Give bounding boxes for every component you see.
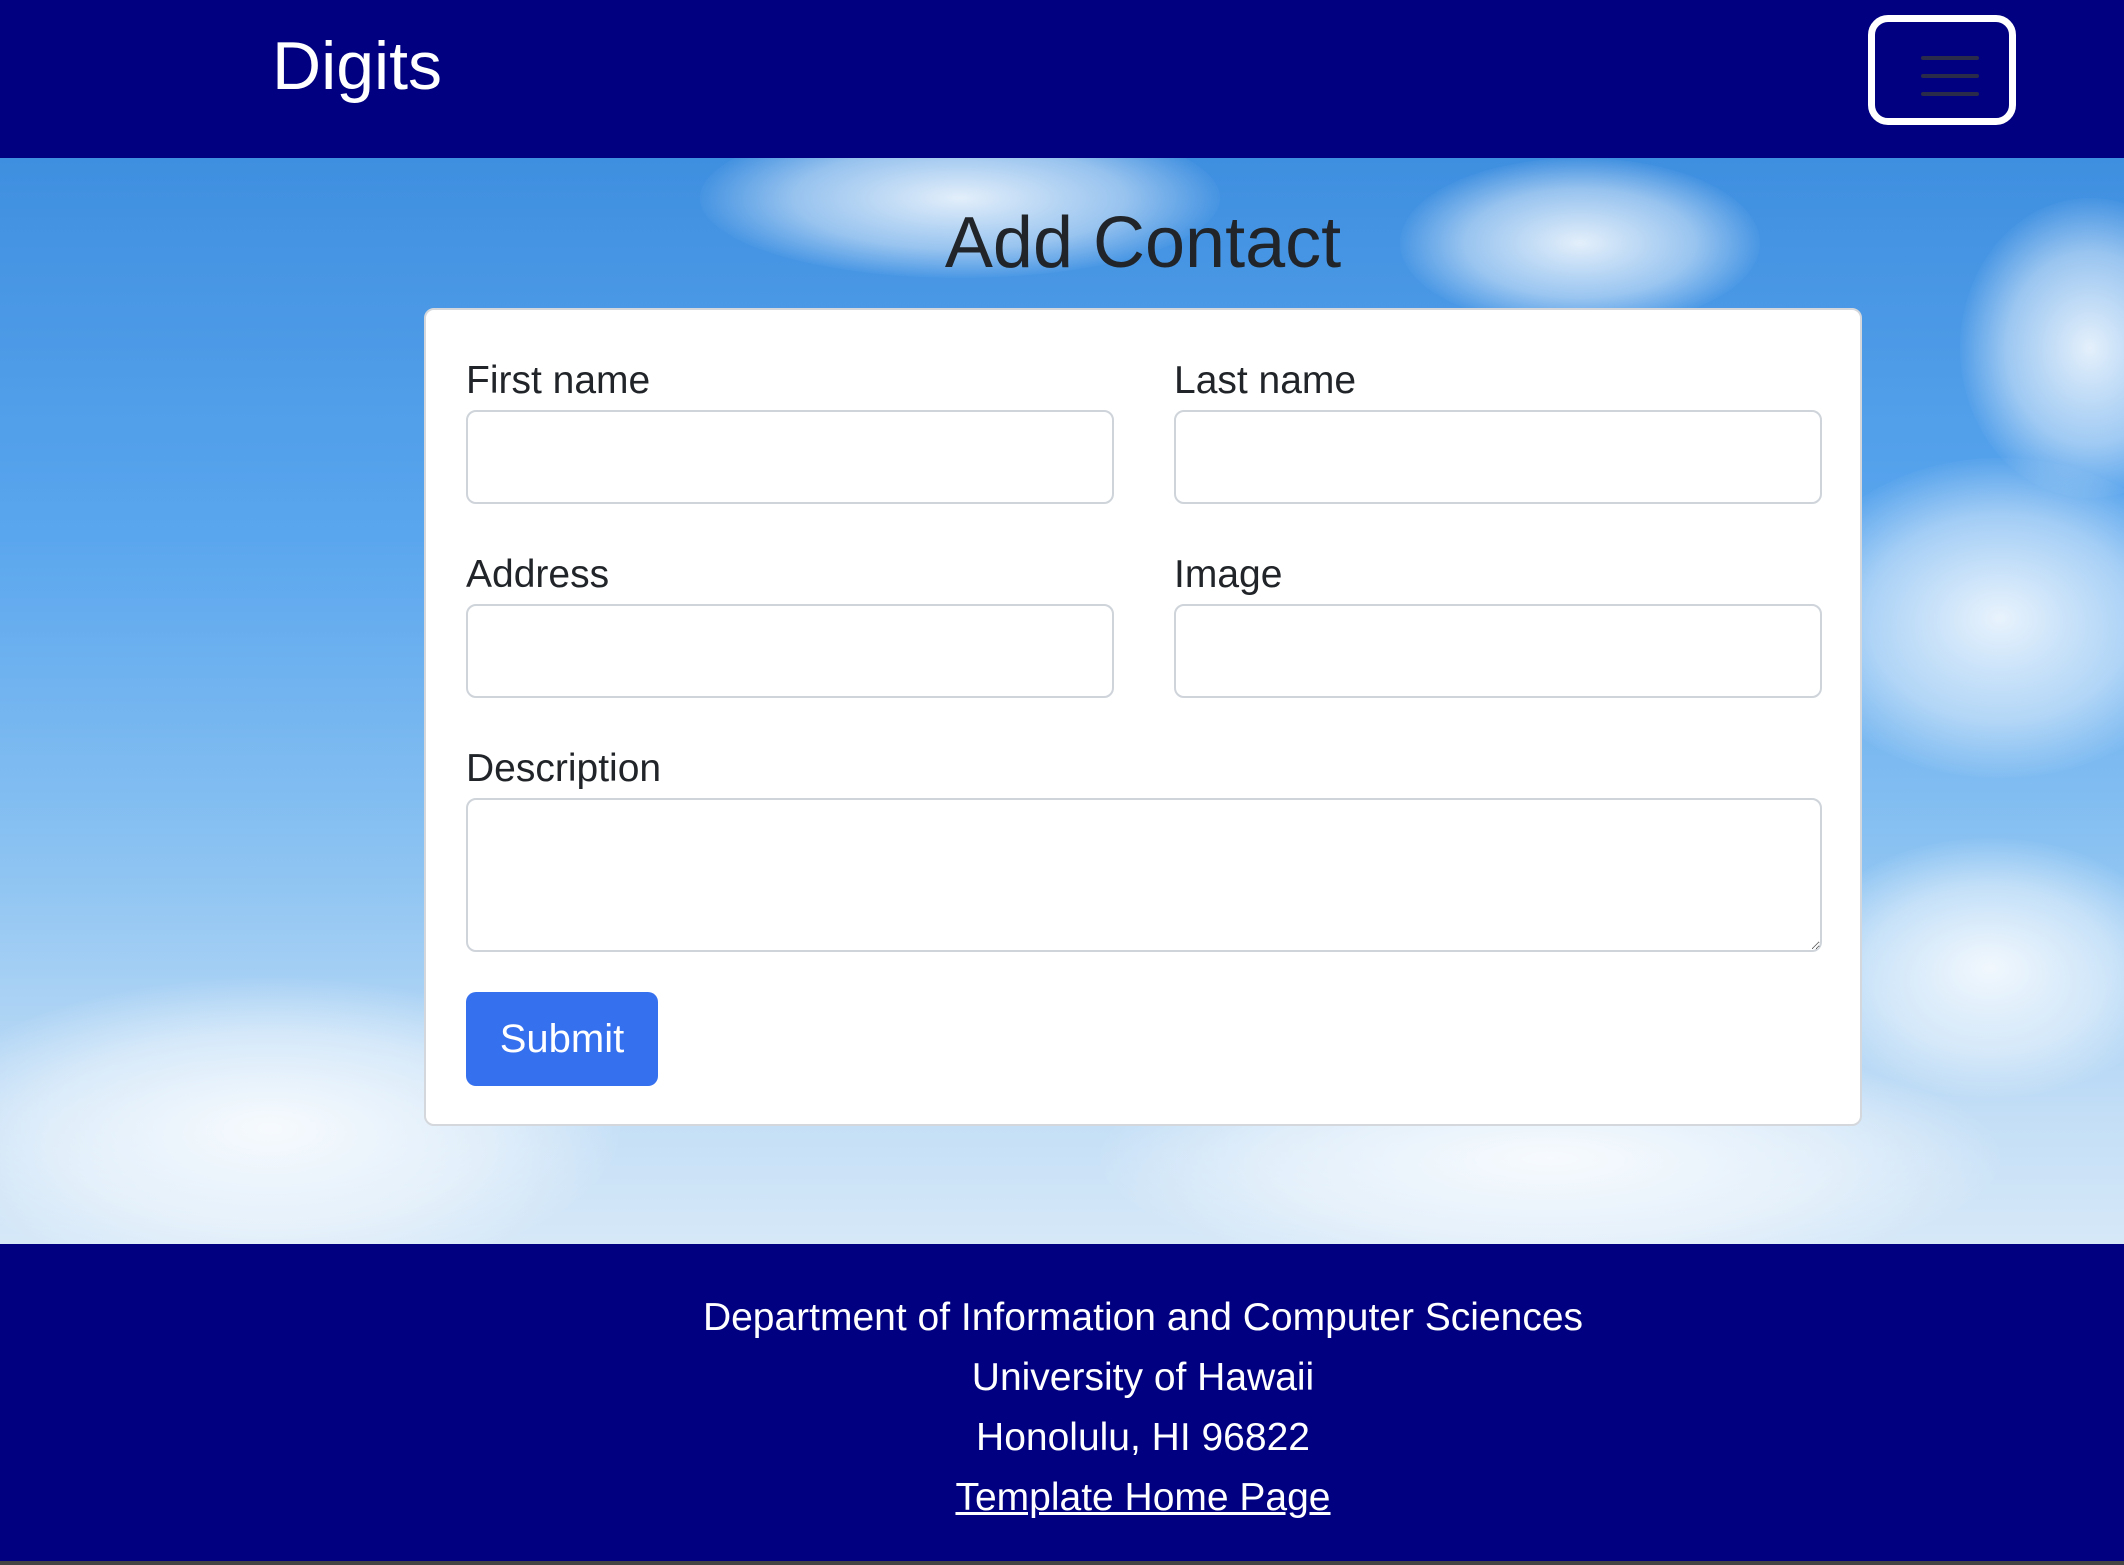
footer: Department of Information and Computer S…	[0, 1244, 2124, 1565]
description-textarea[interactable]	[466, 798, 1822, 952]
footer-bottom-edge	[0, 1561, 2124, 1565]
template-home-page-link[interactable]: Template Home Page	[955, 1476, 1330, 1519]
image-input[interactable]	[1174, 604, 1822, 698]
last-name-input[interactable]	[1174, 410, 1822, 504]
submit-button[interactable]: Submit	[466, 992, 658, 1086]
footer-university: University of Hawaii	[971, 1356, 1315, 1399]
image-label: Image	[1174, 553, 1283, 596]
first-name-label: First name	[466, 359, 651, 402]
description-label: Description	[466, 747, 662, 790]
brand-link[interactable]: Digits	[272, 22, 442, 110]
last-name-label: Last name	[1174, 359, 1357, 402]
page-title: Add Contact	[944, 203, 1342, 283]
footer-city: Honolulu, HI 96822	[976, 1416, 1310, 1459]
footer-department: Department of Information and Computer S…	[702, 1296, 1584, 1339]
navbar-toggler-button[interactable]	[1868, 15, 2016, 125]
address-label: Address	[466, 553, 610, 596]
add-contact-form-card: First name Last name Address Image Descr…	[424, 308, 1862, 1126]
address-input[interactable]	[466, 604, 1114, 698]
first-name-input[interactable]	[466, 410, 1114, 504]
navbar: Digits	[0, 0, 2124, 158]
